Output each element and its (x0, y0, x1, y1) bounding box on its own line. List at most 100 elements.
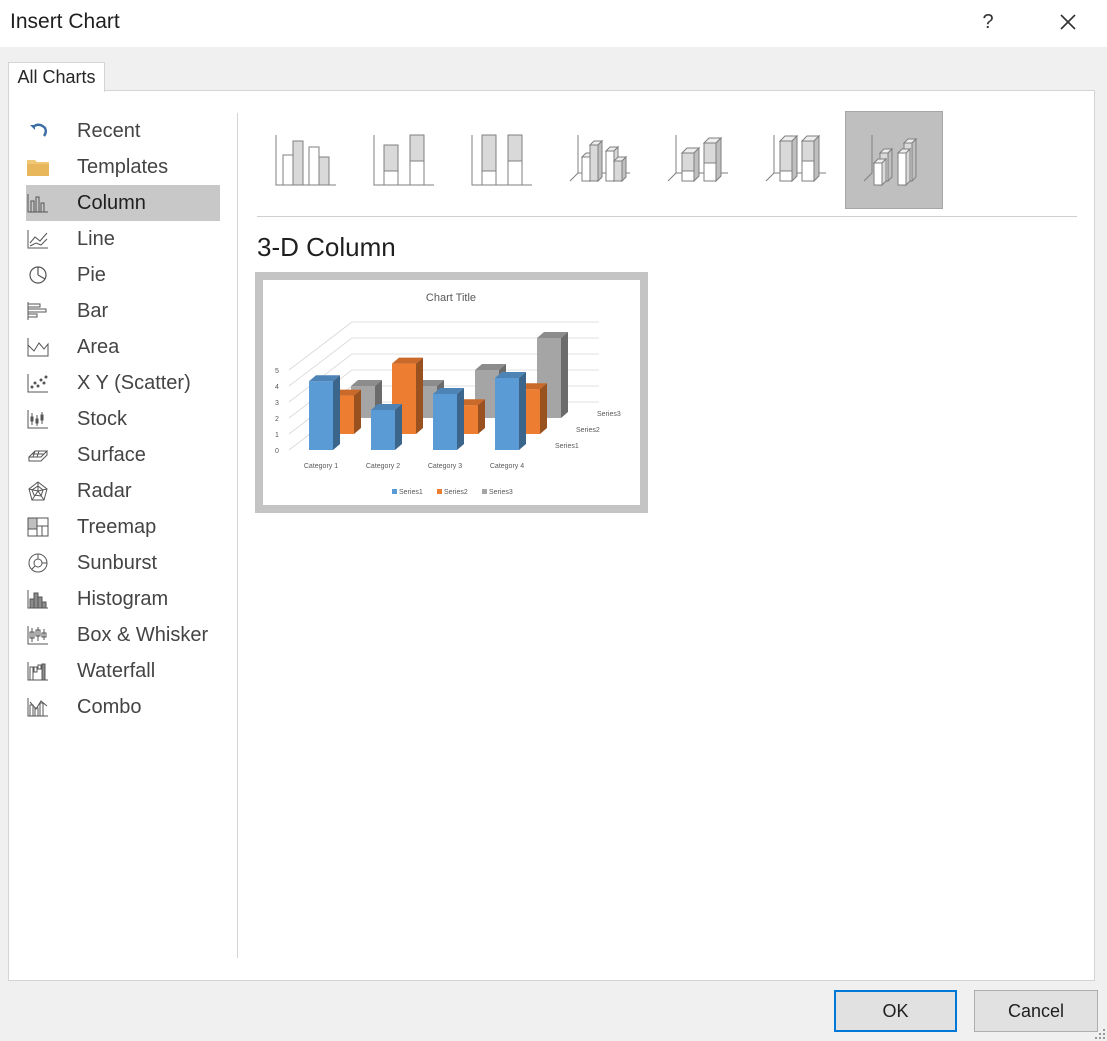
sidebar-item-waterfall[interactable]: Waterfall (18, 653, 220, 689)
legend-label: Series1 (399, 489, 423, 496)
sidebar-item-column[interactable]: Column (26, 185, 220, 221)
sidebar-item-area[interactable]: Area (18, 329, 220, 365)
chart-preview-svg: Chart Title 0 1 2 3 4 5 Category 1 Category 2 Cat… (275, 292, 621, 496)
subtype-stacked-column[interactable] (355, 111, 453, 209)
sidebar-item-label: Waterfall (77, 659, 156, 682)
subtype-3d-clustered-column[interactable] (551, 111, 649, 209)
bar-side (519, 372, 526, 450)
title-bar: Insert Chart ? (0, 0, 1107, 47)
histogram-chart-icon (26, 587, 50, 611)
dialog-title: Insert Chart (10, 10, 120, 33)
chart-type-heading: 3-D Column (257, 232, 396, 262)
sidebar-item-line[interactable]: Line (18, 221, 220, 257)
waterfall-chart-icon (26, 659, 50, 683)
sidebar-item-radar[interactable]: Radar (18, 473, 220, 509)
subtype-clustered-column[interactable] (257, 111, 355, 209)
legend-label: Series3 (489, 489, 513, 496)
y-tick-label: 2 (275, 416, 279, 423)
x-tick-label: Category 1 (304, 463, 338, 470)
recent-icon (26, 119, 50, 143)
treemap-chart-icon (26, 515, 50, 539)
stacked-column-icon (373, 134, 434, 186)
3d-stacked-column-icon (667, 135, 728, 183)
sidebar-item-bar[interactable]: Bar (18, 293, 220, 329)
y-tick-label: 1 (275, 432, 279, 439)
sidebar-item-combo[interactable]: Combo (18, 689, 220, 725)
subtype-3d-100-stacked-column[interactable] (747, 111, 845, 209)
combo-chart-icon (26, 695, 50, 719)
gridline-depth (288, 321, 353, 371)
y-tick-label: 5 (275, 368, 279, 375)
bar-front (495, 378, 519, 450)
sidebar-item-label: Line (77, 227, 115, 250)
sidebar-item-label: Bar (77, 299, 109, 322)
bar-side (354, 389, 361, 434)
y-tick-label: 4 (275, 384, 279, 391)
x-tick-label: Category 2 (366, 463, 400, 470)
box-whisker-chart-icon (26, 623, 50, 647)
chart-preview-canvas: Chart Title 0 1 2 3 4 5 Category 1 Category 2 Cat… (263, 280, 640, 505)
sidebar-item-label: Templates (77, 155, 169, 178)
bar-front (309, 381, 333, 450)
sidebar-item-label: Column (77, 191, 146, 214)
sidebar-item-histogram[interactable]: Histogram (18, 581, 220, 617)
sidebar-item-label: Treemap (77, 515, 157, 538)
sidebar-item-label: Pie (77, 263, 106, 286)
bar-side (540, 383, 547, 434)
bar-side (561, 332, 568, 418)
subtype-3d-stacked-column[interactable] (649, 111, 747, 209)
help-button[interactable]: ? (976, 8, 1000, 36)
legend-swatch (437, 489, 442, 494)
folder-icon (26, 155, 50, 179)
sidebar-item-label: Radar (77, 479, 132, 502)
sidebar-item-label: Recent (77, 119, 141, 142)
y-tick-label: 3 (275, 400, 279, 407)
column-chart-icon (26, 191, 50, 215)
chart-preview[interactable]: Chart Title 0 1 2 3 4 5 Category 1 Category 2 Cat… (255, 272, 648, 513)
sidebar-item-pie[interactable]: Pie (18, 257, 220, 293)
depth-axis-label: Series2 (576, 427, 600, 434)
sidebar-item-label: X Y (Scatter) (77, 371, 191, 394)
bar-side (333, 375, 340, 450)
pie-chart-icon (26, 263, 50, 287)
close-icon (1060, 14, 1076, 30)
sidebar-item-recent[interactable]: Recent (18, 113, 220, 149)
sidebar-divider (237, 113, 238, 958)
depth-axis-label: Series1 (555, 443, 579, 450)
bar-side (416, 357, 423, 434)
legend-swatch (482, 489, 487, 494)
subtype-3d-column[interactable] (845, 111, 943, 209)
chart-subtype-gallery (257, 111, 943, 209)
sidebar-item-sunburst[interactable]: Sunburst (18, 545, 220, 581)
sidebar-item-label: Box & Whisker (77, 623, 209, 646)
depth-axis-label: Series3 (597, 411, 621, 418)
sidebar-item-treemap[interactable]: Treemap (18, 509, 220, 545)
sidebar-item-label: Histogram (77, 587, 169, 610)
legend-label: Series2 (444, 489, 468, 496)
radar-chart-icon (26, 479, 50, 503)
area-chart-icon (26, 335, 50, 359)
legend-swatch (392, 489, 397, 494)
sidebar-item-box-whisker[interactable]: Box & Whisker (18, 617, 220, 653)
subtype-100-stacked-column[interactable] (453, 111, 551, 209)
100-stacked-column-icon (471, 134, 532, 186)
line-chart-icon (26, 227, 50, 251)
sidebar-item-surface[interactable]: Surface (18, 437, 220, 473)
3d-clustered-column-icon (569, 135, 630, 183)
y-tick-label: 0 (275, 448, 279, 455)
resize-grip-icon[interactable] (1095, 1029, 1105, 1039)
sidebar-item-scatter[interactable]: X Y (Scatter) (18, 365, 220, 401)
bar-side (457, 388, 464, 450)
sidebar-item-label: Combo (77, 695, 142, 718)
close-button[interactable] (1054, 8, 1082, 36)
sidebar-item-templates[interactable]: Templates (18, 149, 220, 185)
ok-button[interactable]: OK (834, 990, 957, 1032)
bar-front (371, 410, 395, 450)
tab-all-charts[interactable]: All Charts (8, 62, 105, 92)
stock-chart-icon (26, 407, 50, 431)
3d-column-icon (863, 135, 918, 187)
cancel-button[interactable]: Cancel (974, 990, 1098, 1032)
scatter-chart-icon (26, 371, 50, 395)
surface-chart-icon (26, 443, 50, 467)
sidebar-item-stock[interactable]: Stock (18, 401, 220, 437)
